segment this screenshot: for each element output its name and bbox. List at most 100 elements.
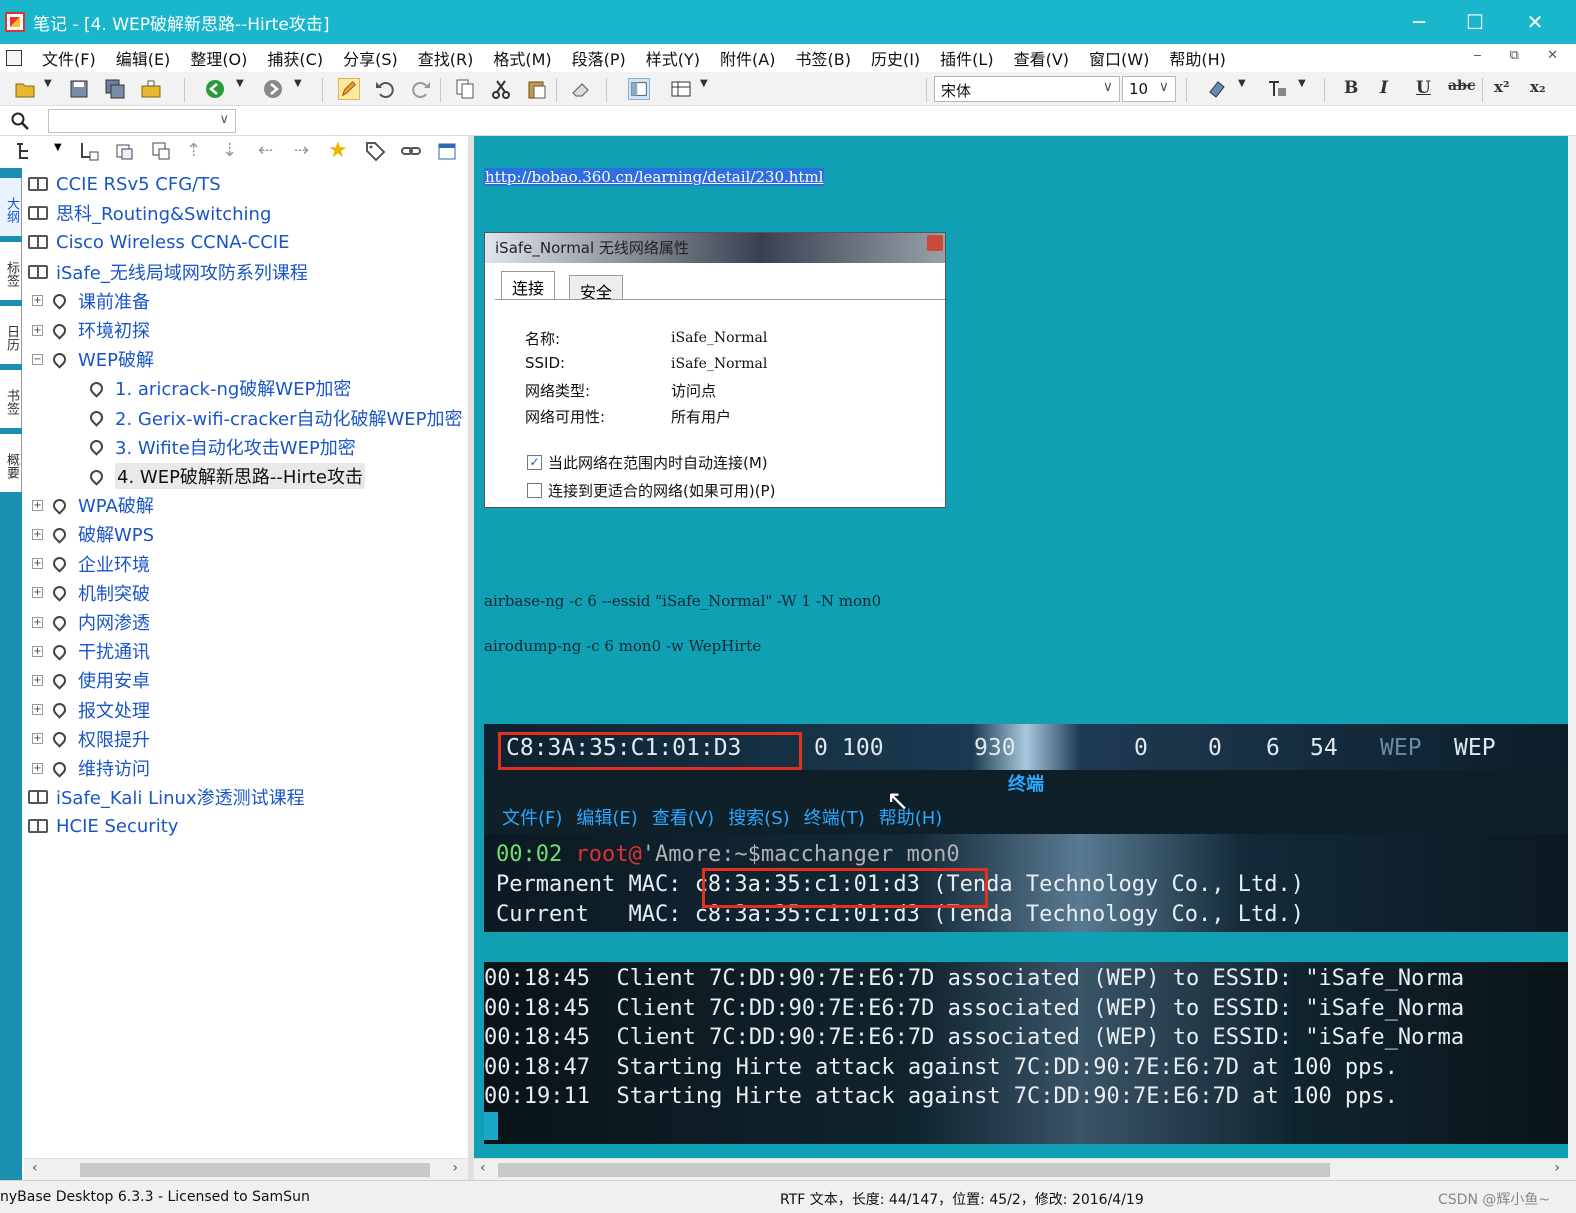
minimize-button[interactable]: ─ (1404, 8, 1434, 36)
expand-icon[interactable]: + (32, 674, 43, 686)
copy-icon[interactable] (454, 78, 476, 100)
tree-node[interactable]: + WPA破解 (32, 491, 154, 519)
undo-icon[interactable] (374, 78, 396, 100)
text-color-icon[interactable] (1266, 78, 1288, 100)
table-icon[interactable] (670, 78, 692, 100)
menu-item[interactable]: 帮助(H) (1159, 46, 1236, 70)
tree-root-notebook[interactable]: HCIE Security (28, 812, 178, 840)
add-note-icon[interactable] (114, 140, 136, 162)
mdi-window-controls[interactable]: ‒ ⧉ ✕ (1473, 48, 1570, 63)
move-left-icon[interactable]: ⇠ (258, 140, 280, 162)
tab-tags[interactable]: 标签 (0, 242, 22, 300)
tree-root-notebook[interactable]: Cisco Wireless CCNA-CCIE (28, 228, 289, 256)
menu-item[interactable]: 插件(L) (930, 46, 1003, 70)
font-family-select[interactable]: 宋体 ∨ (934, 76, 1120, 102)
strikethrough-button[interactable]: abc (1448, 78, 1475, 94)
tree-node[interactable]: + 课前准备 (32, 287, 150, 315)
tree-dropdown-icon[interactable]: ▼ (54, 142, 76, 164)
expand-icon[interactable]: + (32, 295, 43, 307)
save-all-icon[interactable] (104, 78, 126, 100)
scrollbar-thumb[interactable] (80, 1163, 430, 1177)
expand-icon[interactable]: + (32, 587, 43, 599)
menu-item[interactable]: 历史(I) (861, 46, 930, 70)
tree-note[interactable]: 4. WEP破解新思路--Hirte攻击 (87, 462, 365, 490)
tree-horizontal-scrollbar[interactable]: ‹ › (24, 1158, 468, 1180)
menu-item[interactable]: 整理(O) (180, 46, 257, 70)
font-size-select[interactable]: 10 ∨ (1122, 76, 1176, 102)
expand-icon[interactable]: + (32, 528, 43, 540)
view-layout-icon[interactable] (628, 78, 650, 100)
menu-item[interactable]: 捕获(C) (257, 46, 333, 70)
tree-root-notebook[interactable]: iSafe_Kali Linux渗透测试课程 (28, 783, 305, 811)
open-folder-icon[interactable] (14, 78, 36, 100)
menu-item[interactable]: 查找(R) (408, 46, 484, 70)
expand-icon[interactable]: + (32, 499, 43, 511)
add-child-note-icon[interactable] (78, 140, 100, 162)
tree-node[interactable]: + 使用安卓 (32, 666, 150, 694)
expand-icon[interactable]: + (32, 558, 43, 570)
scroll-left-icon[interactable]: ‹ (32, 1160, 38, 1176)
expand-icon[interactable]: + (32, 704, 43, 716)
tree-node[interactable]: + 企业环境 (32, 550, 150, 578)
tab-summary[interactable]: 概要 (0, 434, 22, 492)
tree-node[interactable]: + 维持访问 (32, 754, 150, 782)
menu-item[interactable]: 段落(P) (562, 46, 636, 70)
highlight-icon[interactable] (1206, 78, 1228, 100)
back-icon[interactable] (204, 78, 226, 100)
open-dropdown-icon[interactable]: ▼ (44, 78, 66, 100)
menu-item[interactable]: 分享(S) (333, 46, 408, 70)
forward-dropdown-icon[interactable]: ▼ (294, 78, 316, 100)
tree-node[interactable]: + 破解WPS (32, 520, 154, 548)
close-button[interactable]: ✕ (1520, 8, 1550, 36)
tree-node[interactable]: + 内网渗透 (32, 608, 150, 636)
menu-item[interactable]: 附件(A) (710, 46, 785, 70)
tree-node[interactable]: + 机制突破 (32, 579, 150, 607)
redo-icon[interactable] (410, 78, 432, 100)
move-up-icon[interactable]: ⇡ (186, 140, 208, 162)
text-color-dropdown-icon[interactable]: ▼ (1298, 78, 1320, 100)
search-icon[interactable] (10, 111, 30, 131)
edit-pencil-icon[interactable] (338, 78, 360, 100)
menu-item[interactable]: 样式(Y) (636, 46, 710, 70)
menu-item[interactable]: 书签(B) (785, 46, 860, 70)
tree-node[interactable]: + 报文处理 (32, 696, 150, 724)
tree-note[interactable]: 3. Wifite自动化攻击WEP加密 (87, 433, 356, 461)
tree-root-notebook[interactable]: iSafe_无线局域网攻防系列课程 (28, 258, 308, 286)
scroll-left-icon[interactable]: ‹ (480, 1160, 486, 1176)
tab-outline[interactable]: 大纲 (0, 178, 22, 236)
tab-calendar[interactable]: 日历 (0, 306, 22, 364)
expand-icon[interactable]: + (32, 645, 43, 657)
tree-root-notebook[interactable]: 思科_Routing&Switching (28, 199, 271, 227)
tree-note[interactable]: 2. Gerix-wifi-cracker自动化破解WEP加密 (87, 404, 463, 432)
move-down-icon[interactable]: ⇣ (222, 140, 244, 162)
search-input[interactable]: ∨ (48, 109, 236, 133)
calendar-icon[interactable] (436, 140, 458, 162)
expand-icon[interactable]: + (32, 733, 43, 745)
expand-icon[interactable]: + (32, 324, 43, 336)
menu-item[interactable]: 格式(M) (483, 46, 561, 70)
save-icon[interactable] (68, 78, 90, 100)
source-link[interactable]: http://bobao.360.cn/learning/detail/230.… (484, 168, 825, 186)
scrollbar-thumb[interactable] (498, 1163, 1330, 1177)
superscript-button[interactable]: x² (1494, 78, 1510, 96)
menu-item[interactable]: 编辑(E) (106, 46, 181, 70)
menu-item[interactable]: 窗口(W) (1079, 46, 1159, 70)
star-icon[interactable]: ★ (328, 138, 350, 163)
note-editor[interactable]: http://bobao.360.cn/learning/detail/230.… (474, 136, 1568, 1158)
move-right-icon[interactable]: ⇢ (294, 140, 316, 162)
menu-item[interactable]: 查看(V) (1004, 46, 1079, 70)
tree-node[interactable]: + 权限提升 (32, 725, 150, 753)
tree-node[interactable]: − WEP破解 (32, 345, 154, 373)
back-dropdown-icon[interactable]: ▼ (236, 78, 258, 100)
bold-button[interactable]: B (1344, 78, 1358, 98)
scroll-right-icon[interactable]: › (452, 1160, 458, 1176)
tree-root-notebook[interactable]: CCIE RSv5 CFG/TS (28, 170, 221, 198)
tree-node[interactable]: + 干扰通讯 (32, 637, 150, 665)
editor-horizontal-scrollbar[interactable]: ‹ › (474, 1158, 1568, 1180)
eraser-icon[interactable] (570, 78, 592, 100)
subscript-button[interactable]: x₂ (1530, 78, 1546, 96)
scroll-right-icon[interactable]: › (1554, 1160, 1560, 1176)
document-menu-icon[interactable] (6, 50, 22, 66)
menu-item[interactable]: 文件(F) (32, 46, 106, 70)
tree-note[interactable]: 1. aricrack-ng破解WEP加密 (87, 374, 351, 402)
